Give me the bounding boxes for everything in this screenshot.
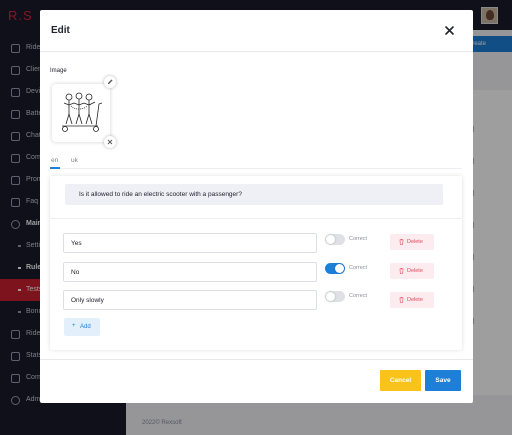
modal-title: Edit bbox=[51, 25, 70, 36]
tab-en[interactable]: en bbox=[51, 157, 58, 164]
edit-modal: Edit Image en uk Is it allowed to ride a… bbox=[40, 10, 473, 403]
delete-answer-button[interactable]: Delete bbox=[390, 234, 434, 250]
correct-label: Correct bbox=[349, 293, 368, 299]
image-label: Image bbox=[50, 68, 67, 74]
correct-toggle[interactable] bbox=[325, 263, 345, 274]
delete-answer-button[interactable]: Delete bbox=[390, 263, 434, 279]
question-text: Is it allowed to ride an electric scoote… bbox=[79, 191, 242, 198]
plus-icon: + bbox=[72, 323, 76, 329]
tabs-divider bbox=[50, 168, 462, 169]
answer-input[interactable]: Only slowly bbox=[63, 290, 317, 310]
correct-label: Correct bbox=[349, 236, 368, 242]
trash-icon bbox=[399, 239, 404, 245]
answer-input[interactable]: No bbox=[63, 262, 317, 282]
answer-input[interactable]: Yes bbox=[63, 233, 317, 253]
modal-header: Edit bbox=[40, 10, 473, 52]
save-button[interactable]: Save bbox=[425, 370, 461, 391]
correct-label: Correct bbox=[349, 265, 368, 271]
trash-icon bbox=[399, 297, 404, 303]
add-answer-button[interactable]: + Add bbox=[64, 318, 100, 336]
test-image bbox=[52, 84, 110, 142]
correct-toggle[interactable] bbox=[325, 291, 345, 302]
active-tab-indicator bbox=[50, 167, 60, 169]
question-field[interactable]: Is it allowed to ride an electric scoote… bbox=[65, 184, 443, 205]
close-icon[interactable] bbox=[444, 25, 455, 36]
answer-text: Only slowly bbox=[71, 297, 104, 304]
modal-footer-divider bbox=[40, 359, 473, 360]
trash-icon bbox=[399, 268, 404, 274]
answer-text: No bbox=[71, 269, 80, 276]
card-divider bbox=[50, 218, 462, 219]
question-card: Is it allowed to ride an electric scoote… bbox=[50, 176, 462, 350]
remove-image-icon[interactable] bbox=[104, 136, 116, 148]
correct-toggle[interactable] bbox=[325, 234, 345, 245]
scooter-riders-illustration bbox=[62, 92, 103, 132]
cancel-button[interactable]: Cancel bbox=[380, 370, 421, 391]
answer-text: Yes bbox=[71, 240, 82, 247]
delete-answer-button[interactable]: Delete bbox=[390, 292, 434, 308]
pencil-icon[interactable] bbox=[104, 76, 116, 88]
tab-uk[interactable]: uk bbox=[71, 157, 78, 164]
